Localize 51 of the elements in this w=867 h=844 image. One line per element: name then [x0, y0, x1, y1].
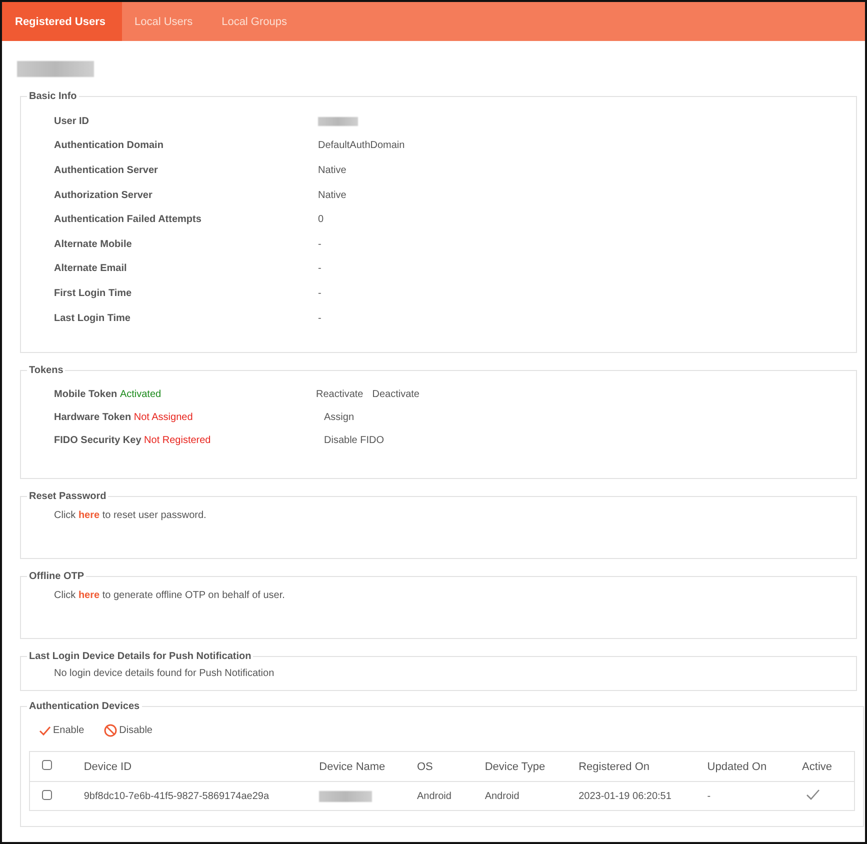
field-value: -	[318, 263, 322, 274]
instruction-text: Click here to generate offline OTP on behalf of user.	[54, 590, 286, 601]
prohibited-icon	[104, 724, 118, 737]
section-title: Authentication Devices	[28, 701, 141, 712]
column-header: Registered On	[578, 760, 650, 772]
field-label: Authentication Server	[54, 164, 159, 176]
section-title: Basic Info	[28, 91, 78, 102]
field-label: Alternate Mobile	[54, 238, 133, 250]
field-label: First Login Time	[54, 288, 133, 299]
section-title: Reset Password	[28, 491, 108, 502]
enable-button[interactable]: Enable	[39, 724, 84, 737]
table-cell: Android	[484, 790, 520, 802]
action-link[interactable]: Deactivate	[372, 389, 420, 400]
instruction-text: Click here to reset user password.	[54, 510, 208, 521]
action-link[interactable]: Reactivate	[316, 389, 364, 400]
field-value: 0	[318, 214, 324, 226]
token-label: Hardware Token Not Assigned	[54, 412, 194, 423]
section-title: Tokens	[28, 365, 64, 376]
action-link[interactable]: Assign	[324, 412, 354, 423]
action-link[interactable]: Disable FIDO	[324, 435, 384, 446]
field-label: Authentication Failed Attempts	[54, 214, 202, 226]
token-label: FIDO Security Key Not Registered	[54, 435, 212, 446]
column-header: Device ID	[84, 760, 132, 772]
column-header: Device Name	[319, 760, 386, 772]
field-value: Native	[318, 164, 346, 176]
column-header: OS	[416, 760, 433, 772]
field-label: Authorization Server	[54, 190, 154, 201]
disable-button[interactable]: Disable	[104, 724, 152, 737]
field-label: Authentication Domain	[54, 140, 164, 152]
field-value: -	[318, 288, 322, 299]
section-title: Last Login Device Details for Push Notification	[28, 651, 252, 662]
field-value: DefaultAuthDomain	[318, 140, 405, 152]
token-label: Mobile Token Activated	[54, 389, 162, 400]
empty-message: No login device details found for Push Notification	[54, 668, 276, 679]
column-header: Updated On	[707, 760, 767, 772]
table-cell: 2023-01-19 06:20:51	[578, 790, 672, 802]
field-label: User ID	[54, 116, 90, 127]
row-checkbox[interactable]	[42, 790, 52, 800]
field-label: Alternate Email	[54, 263, 128, 274]
column-header: Active	[802, 760, 832, 772]
section-title: Offline OTP	[28, 571, 85, 582]
table-cell: 9bf8dc10-7e6b-41f5-9827-5869174ae29a	[84, 790, 270, 802]
field-value: Native	[318, 190, 346, 201]
field-value: -	[318, 312, 322, 324]
field-label: Last Login Time	[54, 312, 132, 324]
select-all-checkbox[interactable]	[42, 760, 52, 770]
table-cell: Android	[416, 790, 452, 802]
table-cell: -	[707, 790, 711, 802]
field-value: -	[318, 238, 322, 250]
column-header: Device Type	[484, 760, 546, 772]
check-icon	[39, 726, 51, 736]
